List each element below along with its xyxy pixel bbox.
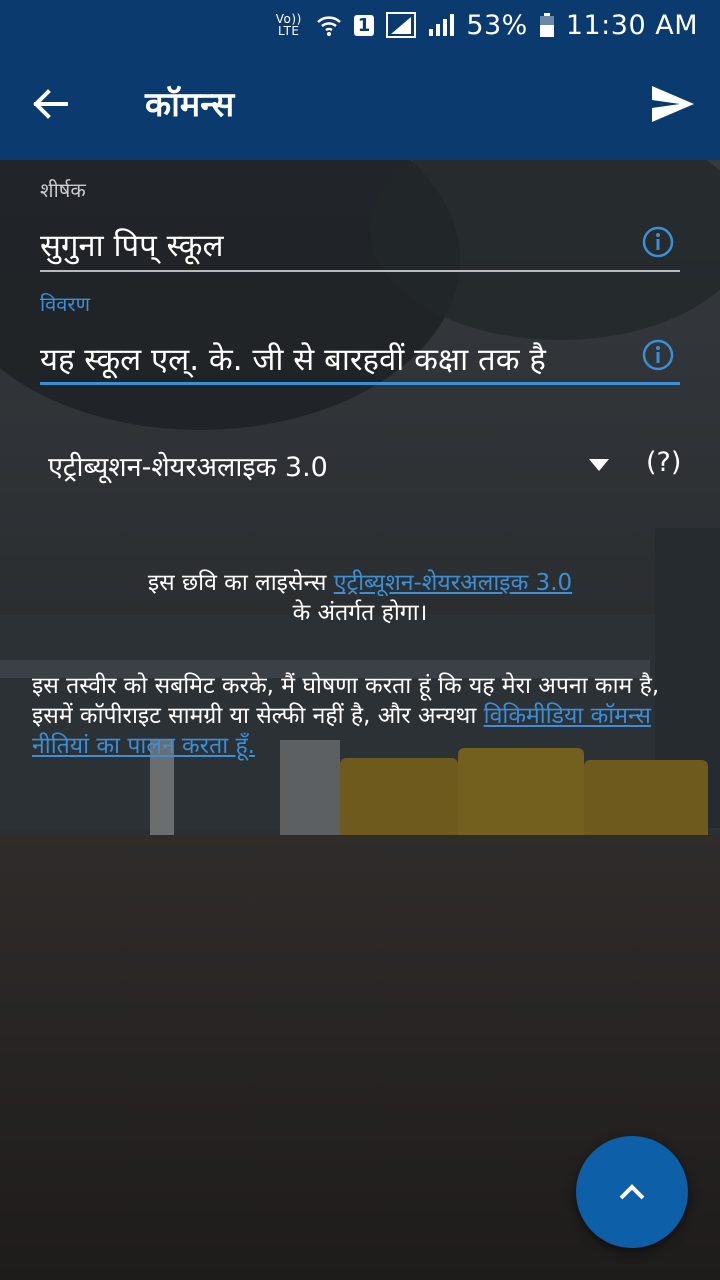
title-underline <box>40 270 680 272</box>
license-help-button[interactable]: (?) <box>646 447 681 478</box>
network-indicator: Vo)) LTE <box>275 12 302 38</box>
description-input[interactable]: यह स्कूल एल्. के. जी से बारहवीं कक्षा तक… <box>40 338 546 380</box>
license-notice-prefix: इस छवि का लाइसेन्स <box>147 570 334 596</box>
license-notice: इस छवि का लाइसेन्स एट्रीब्यूशन-शेयरअलाइक… <box>32 568 688 628</box>
license-notice-suffix: के अंतर्गत होगा। <box>292 600 428 626</box>
description-underline <box>40 382 680 385</box>
scroll-up-button[interactable] <box>576 1136 688 1248</box>
clock: 11:30 AM <box>565 9 698 41</box>
signal-strength-icon <box>429 14 455 36</box>
description-label: विवरण <box>40 292 91 316</box>
signal-icon <box>386 12 417 38</box>
chevron-up-icon <box>619 1184 645 1200</box>
sim-indicator: 1 <box>353 14 375 36</box>
title-label: शीर्षक <box>40 178 86 202</box>
title-input[interactable]: सुगुना पिप् स्कूल <box>40 224 223 266</box>
battery-icon <box>539 13 554 37</box>
declaration-text: इस तस्वीर को सबमिट करके, मैं घोषणा करता … <box>32 671 688 761</box>
battery-percent: 53% <box>466 9 528 41</box>
send-icon[interactable] <box>650 84 696 124</box>
dropdown-arrow-icon[interactable] <box>589 459 609 473</box>
status-bar: Vo)) LTE 1 53% 11:30 AM <box>0 0 720 50</box>
app-title: कॉमन्स <box>145 85 235 125</box>
app-bar: कॉमन्स <box>0 50 720 160</box>
title-info-icon[interactable] <box>642 226 674 258</box>
background-photo <box>0 0 720 1280</box>
license-select[interactable]: एट्रीब्यूशन-शेयरअलाइक 3.0 <box>48 447 328 484</box>
wifi-icon <box>316 16 341 36</box>
back-arrow-icon[interactable] <box>30 84 70 124</box>
description-info-icon[interactable] <box>642 339 674 371</box>
license-link[interactable]: एट्रीब्यूशन-शेयरअलाइक 3.0 <box>334 570 572 596</box>
